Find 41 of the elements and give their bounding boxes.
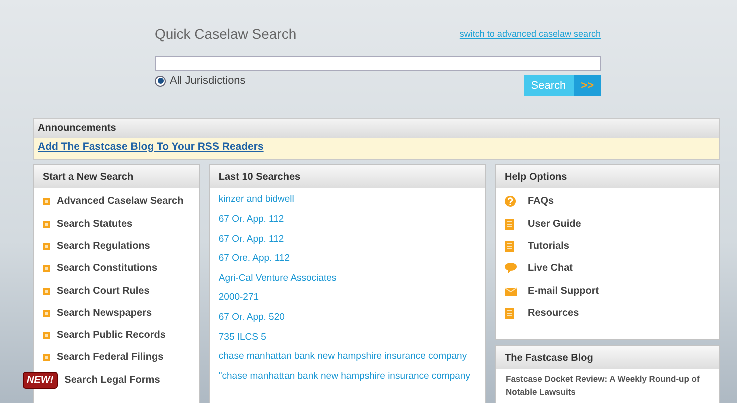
bullet-icon — [43, 198, 50, 206]
search-link[interactable]: Search Legal Forms — [64, 372, 160, 388]
help-icon — [505, 196, 517, 208]
panel-heading: Announcements — [38, 123, 116, 134]
bullet-icon — [43, 265, 50, 272]
panel-heading: The Fastcase Blog — [505, 352, 594, 364]
help-link[interactable]: Tutorials — [528, 238, 570, 254]
search-link[interactable]: Search Constitutions — [57, 261, 158, 276]
bullet-icon — [43, 332, 50, 340]
panel-heading: Last 10 Searches — [218, 172, 301, 183]
help-link[interactable]: Resources — [528, 306, 580, 321]
bullet-icon — [43, 220, 50, 228]
document-icon — [505, 218, 517, 230]
search-field[interactable] — [155, 56, 601, 71]
panel-heading: Help Options — [505, 172, 568, 183]
document-icon — [505, 308, 517, 319]
search-title: Quick Caselaw Search — [155, 25, 297, 44]
help-link[interactable]: Live Chat — [528, 261, 574, 276]
search-link[interactable]: Search Regulations — [57, 238, 150, 254]
search-link[interactable]: Search Newspapers — [57, 306, 152, 321]
radio-button[interactable] — [155, 76, 166, 87]
bullet-icon — [43, 242, 50, 250]
bullet-icon — [43, 354, 50, 362]
help-link[interactable]: FAQs — [528, 194, 554, 210]
help-link[interactable]: E-mail Support — [528, 284, 600, 299]
search-link[interactable]: Search Court Rules — [57, 284, 150, 299]
help-link[interactable]: User Guide — [528, 216, 582, 232]
panel-heading: Start a New Search — [43, 172, 134, 183]
document-icon — [505, 240, 517, 252]
search-link[interactable]: Search Public Records — [57, 328, 166, 344]
chat-bubble-icon — [505, 263, 517, 274]
search-link[interactable]: Advanced Caselaw Search — [57, 194, 184, 210]
search-link[interactable]: Search Statutes — [57, 216, 133, 232]
announcement-link[interactable]: Add The Fastcase Blog To Your RSS Readers — [38, 141, 264, 153]
bullet-icon — [43, 288, 50, 295]
new-badge: NEW! — [23, 372, 58, 389]
radio-label: All Jurisdictions — [170, 74, 246, 89]
envelope-icon — [505, 286, 517, 297]
blog-post-link[interactable]: Fastcase Docket Review: A Weekly Round-up of Notable Lawsuits — [496, 368, 719, 403]
bullet-icon — [43, 310, 50, 317]
search-link[interactable]: Search Federal Filings — [57, 350, 164, 366]
